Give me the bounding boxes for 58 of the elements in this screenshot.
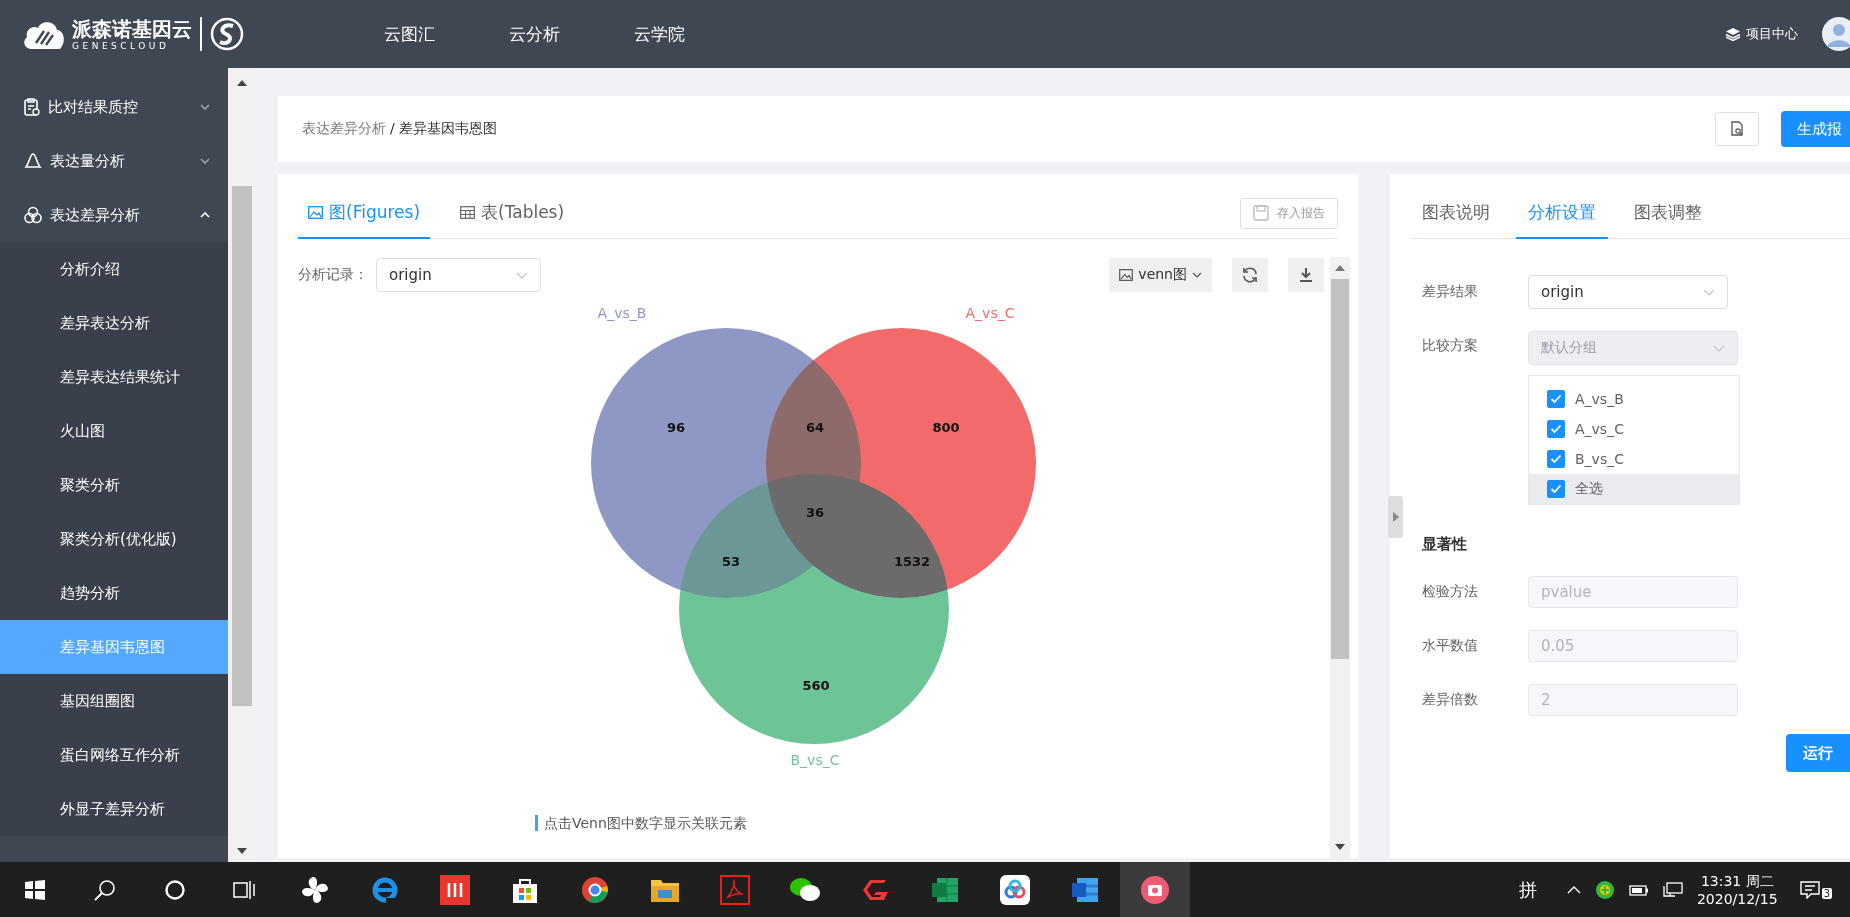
notification-button[interactable]: 3 — [1791, 880, 1840, 899]
sidebar-item[interactable]: 趋势分析 — [0, 566, 228, 620]
clock-date[interactable]: 2020/12/15 — [1696, 889, 1778, 908]
sidebar-group[interactable]: 比对结果质控 — [0, 80, 228, 134]
option-row[interactable]: B_vs_C — [1529, 444, 1739, 474]
sidebar-group[interactable]: 表达量分析 — [0, 134, 228, 188]
group-label: 表达差异分析 — [50, 205, 141, 225]
sidebar-item[interactable]: 聚类分析(优化版) — [0, 512, 228, 566]
sidebar-item[interactable]: 差异表达分析 — [0, 296, 228, 350]
nav-link[interactable]: 云图汇 — [384, 22, 435, 46]
hint-text: 点击Venn图中数字显示关联元素 — [535, 815, 747, 831]
panel-tab[interactable]: 表(Tables) — [450, 187, 575, 239]
clock-time[interactable]: 13:31 周二 — [1700, 871, 1774, 890]
notification-count: 3 — [1821, 887, 1832, 899]
nav-link[interactable]: 云分析 — [509, 22, 560, 46]
sidebar-item[interactable]: 外显子差异分析 — [0, 782, 228, 836]
field-label: 差异结果 — [1422, 283, 1479, 301]
record-select[interactable]: origin — [376, 258, 541, 292]
logo-subtext: GENESCLOUD — [72, 40, 170, 52]
breadcrumb-separator: / — [390, 120, 395, 138]
group-label: 比对结果质控 — [48, 97, 139, 117]
field-label: 水平数值 — [1422, 637, 1479, 655]
sidebar-item[interactable]: 蛋白网络互作分析 — [0, 728, 228, 782]
sidebar-item[interactable]: 聚类分析 — [0, 458, 228, 512]
ime-indicator[interactable]: 拼 — [1518, 877, 1537, 902]
field-label: 比较方案 — [1422, 337, 1479, 355]
region-count[interactable]: 64 — [805, 420, 825, 435]
region-count[interactable]: 800 — [932, 420, 960, 435]
option-row[interactable]: A_vs_C — [1529, 414, 1739, 444]
set-label: B_vs_C — [790, 752, 840, 768]
chart-type-dropdown[interactable]: venn图 — [1109, 258, 1212, 292]
logo-text: 派森诺基因云 — [72, 16, 192, 41]
settings-tab[interactable]: 图表调整 — [1622, 187, 1714, 239]
option-row[interactable]: 全选 — [1529, 474, 1739, 504]
sidebar-item[interactable]: 差异表达结果统计 — [0, 350, 228, 404]
set-label: A_vs_C — [965, 305, 1015, 321]
sidebar-item[interactable]: 分析介绍 — [0, 242, 228, 296]
nav-link[interactable]: 云学院 — [634, 22, 685, 46]
diff-result-select[interactable]: origin — [1528, 275, 1728, 309]
region-count[interactable]: 36 — [805, 505, 825, 520]
breadcrumb-link[interactable]: 表达差异分析 — [302, 120, 386, 138]
sidebar-item[interactable]: 基因组圈图 — [0, 674, 228, 728]
region-count[interactable]: 96 — [666, 420, 686, 435]
section-title: 显著性 — [1422, 535, 1468, 554]
region-count[interactable]: 1532 — [893, 554, 931, 569]
set-label: A_vs_B — [597, 305, 647, 321]
group-label: 表达量分析 — [50, 151, 126, 171]
option-row[interactable]: A_vs_B — [1529, 384, 1739, 414]
field-label: 检验方法 — [1422, 583, 1479, 601]
sidebar-item[interactable]: 火山图 — [0, 404, 228, 458]
settings-tab[interactable]: 图表说明 — [1410, 187, 1502, 239]
region-count[interactable]: 53 — [721, 554, 741, 569]
record-label: 分析记录： — [298, 266, 368, 284]
sidebar-group[interactable]: 表达差异分析 — [0, 188, 228, 242]
breadcrumb-current: 差异基因韦恩图 — [398, 120, 497, 138]
region-count[interactable]: 560 — [802, 678, 830, 693]
project-center-link[interactable]: 项目中心 — [1725, 25, 1798, 43]
field-label: 差异倍数 — [1422, 691, 1479, 709]
